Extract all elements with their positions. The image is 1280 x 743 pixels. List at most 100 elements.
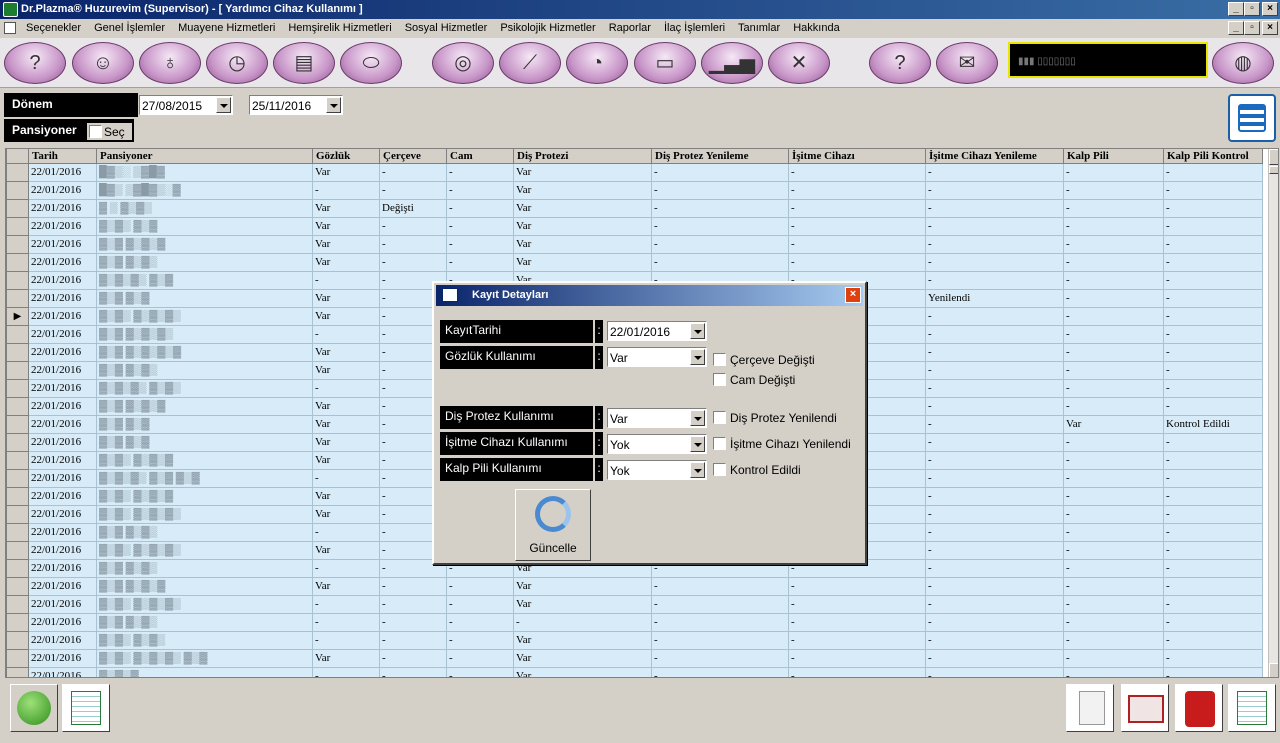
scroll-down-icon[interactable] [1269,663,1278,677]
row-indicator[interactable] [6,630,29,650]
isitme-yenilendi-checkbox[interactable] [713,437,726,450]
cell-pansiyoner[interactable]: ▓▒▓▒ ▓▒▓▒ [96,630,313,650]
menu-genel-islemler[interactable]: Genel İşlemler [94,22,165,34]
cell-cam[interactable]: - [446,198,514,218]
cell-cam[interactable]: - [446,180,514,200]
cell-isitme-cihazi-yenileme[interactable]: - [925,414,1064,434]
cell-cam[interactable]: - [446,594,514,614]
cell-dis-protezi[interactable]: Var [513,576,652,596]
cell-dis-protez-yenileme[interactable]: - [651,594,789,614]
cell-gozluk[interactable]: Var [312,486,380,506]
cell-gozluk[interactable]: - [312,324,380,344]
preview-button[interactable] [1121,684,1169,732]
cell-gozluk[interactable]: Var [312,198,380,218]
table-row[interactable]: 22/01/2016 ▓▒▓▒ ▓▒▓▒▓▒ ▓▒▓ Var - - Var - - - - - [6,648,1263,668]
cell-isitme-cihazi[interactable]: - [788,648,926,668]
cell-kalp-pili[interactable]: - [1063,666,1164,677]
row-indicator[interactable] [6,450,29,470]
cell-pansiyoner[interactable]: ▓▒▓▒ ▓▒▓▒▓▒ [96,306,313,326]
cell-tarih[interactable]: 22/01/2016 [28,414,97,434]
cell-dis-protez-yenileme[interactable]: - [651,252,789,272]
cell-tarih[interactable]: 22/01/2016 [28,522,97,542]
cell-gozluk[interactable]: Var [312,252,380,272]
close-button[interactable]: × [1262,2,1278,16]
toolbar-spiral-button[interactable]: ◎ [432,42,494,84]
cell-dis-protez-yenileme[interactable]: - [651,666,789,677]
cell-pansiyoner[interactable]: ▓▒▓▒ ▓▒▓▒▓▒ [96,540,313,560]
col-cam[interactable]: Cam [446,149,514,164]
cell-kalp-pili-kontrol[interactable]: - [1163,216,1263,236]
cell-kalp-pili-kontrol[interactable]: - [1163,450,1263,470]
row-indicator[interactable] [6,432,29,452]
cell-cam[interactable]: - [446,666,514,677]
cell-isitme-cihazi-yenileme[interactable]: - [925,342,1064,362]
cell-pansiyoner[interactable]: ▓▒▓▒ ▓▒▓▒▓ [96,450,313,470]
cell-dis-protezi[interactable]: Var [513,666,652,677]
toolbar-stethoscope-button[interactable]: ♁ [139,42,201,84]
row-indicator[interactable] [6,162,29,182]
cell-tarih[interactable]: 22/01/2016 [28,648,97,668]
guncelle-button[interactable]: Güncelle [515,489,591,561]
toolbar-globe-button[interactable]: ◍ [1212,42,1274,84]
dialog-titlebar[interactable]: Kayıt Detayları × [436,285,863,306]
cell-tarih[interactable]: 22/01/2016 [28,450,97,470]
cell-dis-protezi[interactable]: Var [513,162,652,182]
cell-kalp-pili[interactable]: - [1063,216,1164,236]
toolbar-pills-button[interactable]: ⬭ [340,42,402,84]
menu-psikolojik-hizmetler[interactable]: Psikolojik Hizmetler [500,22,595,34]
cell-tarih[interactable]: 22/01/2016 [28,180,97,200]
cell-dis-protezi[interactable]: Var [513,198,652,218]
cell-tarih[interactable]: 22/01/2016 [28,540,97,560]
cell-isitme-cihazi-yenileme[interactable]: - [925,180,1064,200]
cell-cerceve[interactable]: - [379,666,447,677]
cell-pansiyoner[interactable]: ▓▒▓ ▓▒▓▒ [96,252,313,272]
cell-pansiyoner[interactable]: ▓▒▓▒ ▓▒▓▒▓▒ [96,504,313,524]
toolbar-question-note-button[interactable]: ? [869,42,931,84]
cell-kalp-pili[interactable]: - [1063,558,1164,578]
cell-dis-protez-yenileme[interactable]: - [651,216,789,236]
row-indicator[interactable] [6,234,29,254]
chevron-down-icon[interactable] [326,97,341,113]
dis-protez-combo[interactable]: Var [607,408,707,428]
cell-gozluk[interactable]: Var [312,396,380,416]
cell-gozluk[interactable]: - [312,630,380,650]
cell-cerceve[interactable]: - [379,612,447,632]
cell-kalp-pili[interactable]: - [1063,396,1164,416]
cell-pansiyoner[interactable]: ▓▒▓▒▓ [96,666,313,677]
cell-pansiyoner[interactable]: ▓▒▓ ▓▒▓ [96,414,313,434]
cell-kalp-pili-kontrol[interactable]: - [1163,432,1263,452]
cell-kalp-pili[interactable]: Var [1063,414,1164,434]
menu-tanimlar[interactable]: Tanımlar [738,22,780,34]
toolbar-doctors-button[interactable]: ☺ [72,42,134,84]
cell-tarih[interactable]: 22/01/2016 [28,270,97,290]
cell-pansiyoner[interactable]: ▓▒▓▒▓▒ ▓▒▓ [96,270,313,290]
cell-gozluk[interactable]: - [312,594,380,614]
cell-tarih[interactable]: 22/01/2016 [28,216,97,236]
cell-dis-protez-yenileme[interactable]: - [651,612,789,632]
cell-isitme-cihazi-yenileme[interactable]: - [925,270,1064,290]
cell-gozluk[interactable]: - [312,270,380,290]
row-indicator[interactable] [6,414,29,434]
cell-kalp-pili-kontrol[interactable]: - [1163,576,1263,596]
cell-kalp-pili-kontrol[interactable]: - [1163,666,1263,677]
list-view-button[interactable] [1228,94,1276,142]
cell-pansiyoner[interactable]: ▓▒▓ ▓▒▓ [96,432,313,452]
cell-cerceve[interactable]: - [379,162,447,182]
cell-kalp-pili[interactable]: - [1063,576,1164,596]
cell-isitme-cihazi-yenileme[interactable]: - [925,360,1064,380]
cell-cerceve[interactable]: - [379,576,447,596]
table-row[interactable]: 22/01/2016 █▓▒ ▒▓█▓▒░▓ - - - Var - - - - - [6,180,1263,200]
cell-kalp-pili-kontrol[interactable]: - [1163,504,1263,524]
excel-export-button[interactable] [1228,684,1276,732]
table-row[interactable]: 22/01/2016 ▓▒▓▒ ▓▒▓▒ - - - Var - - - - - [6,630,1263,650]
kayit-tarihi-combo[interactable]: 22/01/2016 [607,321,707,341]
chevron-down-icon[interactable] [690,323,705,339]
cam-degisti-checkbox[interactable] [713,373,726,386]
cell-gozluk[interactable]: - [312,666,380,677]
cell-isitme-cihazi-yenileme[interactable]: - [925,324,1064,344]
col-cerceve[interactable]: Çerçeve [379,149,447,164]
cell-kalp-pili[interactable]: - [1063,450,1164,470]
menu-muayene-hizmetleri[interactable]: Muayene Hizmetleri [178,22,275,34]
cell-kalp-pili[interactable]: - [1063,378,1164,398]
cell-kalp-pili-kontrol[interactable]: - [1163,198,1263,218]
